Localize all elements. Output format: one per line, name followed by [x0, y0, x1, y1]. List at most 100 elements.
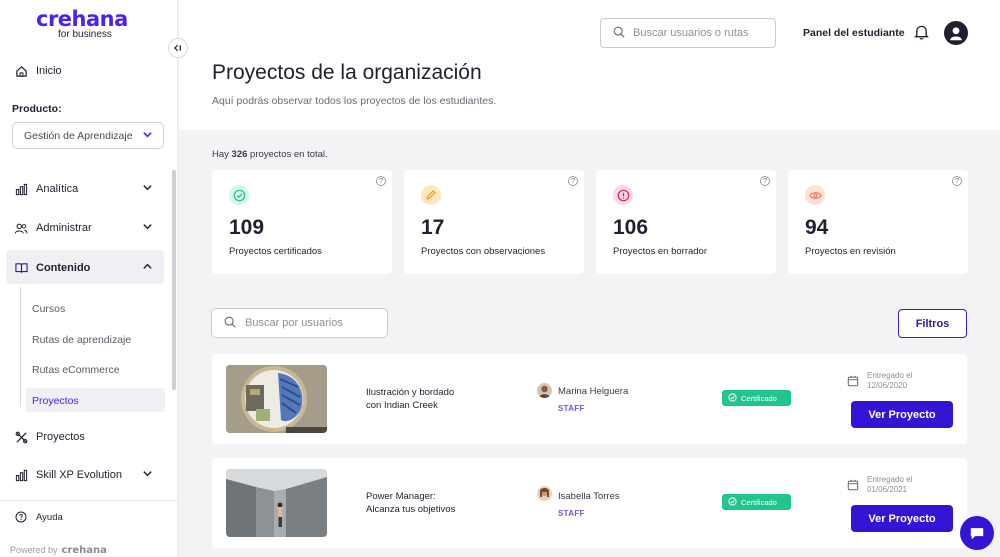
stat-value: 94: [805, 216, 829, 239]
chevron-down-icon: [142, 129, 153, 143]
total-count: 326: [231, 149, 248, 160]
project-thumbnail[interactable]: [226, 365, 327, 433]
student-role: STAFF: [558, 509, 585, 518]
total-prefix: Hay: [212, 149, 229, 160]
chevron-down-icon: [142, 221, 153, 235]
stat-card-observations: ? 17 Proyectos con observaciones: [404, 170, 584, 274]
stat-label: Proyectos certificados: [229, 246, 322, 257]
sidebar-subitem-learning-paths[interactable]: Rutas de aprendizaje: [32, 334, 131, 346]
sidebar-divider: [0, 500, 178, 501]
delivered-date: 01/06/2021: [867, 485, 908, 494]
search-icon: [613, 26, 625, 41]
logo-wordmark: crehana: [36, 7, 128, 31]
student-avatar: [537, 486, 552, 501]
stat-label: Proyectos en borrador: [613, 246, 707, 257]
collapse-icon: [173, 44, 181, 52]
chart-icon: [14, 468, 28, 482]
product-select-value: Gestión de Aprendizaje: [24, 130, 133, 142]
student-panel-link[interactable]: Panel del estudiante: [803, 27, 905, 39]
book-icon: [14, 261, 28, 275]
bar-chart-icon: [14, 182, 28, 196]
sidebar-item-home[interactable]: Inicio: [14, 64, 62, 78]
project-card: Power Manager: Alcanza tus objetivos Isa…: [212, 458, 967, 548]
student-role: STAFF: [558, 404, 585, 413]
users-icon: [14, 221, 28, 235]
delivered-label: Entregado el: [867, 371, 913, 380]
status-label: Certificado: [741, 497, 777, 507]
chevron-down-icon: [142, 468, 153, 482]
sidebar-item-help[interactable]: Ayuda: [14, 510, 63, 524]
project-card: Ilustración y bordado con Indian Creek M…: [212, 354, 967, 444]
sidebar-item-label: Inicio: [36, 65, 62, 77]
sidebar-item-projects[interactable]: Proyectos: [14, 430, 85, 444]
user-search-input[interactable]: Buscar por usuarios: [211, 308, 388, 338]
pencil-icon: [421, 185, 441, 205]
crehana-logo[interactable]: crehana for business: [36, 8, 128, 40]
help-icon[interactable]: ?: [376, 176, 386, 186]
sidebar-subitem-projects[interactable]: Proyectos: [32, 395, 79, 407]
tools-icon: [14, 430, 28, 444]
sidebar-item-admin[interactable]: Administrar: [14, 221, 152, 235]
stat-label: Proyectos con observaciones: [421, 246, 546, 257]
view-project-button[interactable]: Ver Proyecto: [851, 505, 953, 532]
chat-icon: [970, 527, 984, 539]
page-subtitle: Aquí podrás observar todos los proyectos…: [212, 95, 497, 107]
chevron-up-icon: [142, 261, 153, 275]
project-title-line: con Indian Creek: [366, 400, 438, 411]
stat-value: 109: [229, 216, 265, 239]
powered-by-label: Powered by: [10, 545, 58, 555]
delivered-date: 12/06/2020: [867, 381, 908, 390]
alert-circle-icon: [613, 185, 633, 205]
status-label: Certificado: [741, 393, 777, 403]
sidebar-item-content[interactable]: Contenido: [14, 261, 152, 275]
calendar-icon: [847, 478, 859, 496]
user-avatar[interactable]: [944, 21, 968, 45]
home-icon: [14, 64, 28, 78]
status-badge: Certificado: [722, 390, 791, 406]
powered-by: Powered by crehana: [10, 545, 107, 556]
global-search-input[interactable]: Buscar usuarios o rutas: [600, 18, 776, 48]
sidebar-scrollbar[interactable]: [172, 170, 176, 390]
chat-button[interactable]: [960, 516, 994, 550]
help-icon[interactable]: ?: [952, 176, 962, 186]
project-title[interactable]: Power Manager: Alcanza tus objetivos: [366, 490, 476, 516]
status-badge: Certificado: [722, 494, 791, 510]
sidebar-subitem-ecommerce-paths[interactable]: Rutas eCommerce: [32, 364, 120, 376]
view-project-button[interactable]: Ver Proyecto: [851, 401, 953, 428]
search-icon: [224, 316, 236, 331]
product-label: Producto:: [12, 103, 62, 115]
project-title-line: Power Manager:: [366, 491, 436, 502]
check-circle-icon: [229, 185, 249, 205]
sidebar-item-label: Skill XP Evolution: [36, 469, 123, 481]
student-name: Marina Helguera: [558, 386, 629, 397]
logo-subtitle: for business: [58, 29, 112, 40]
student-avatar: [537, 383, 552, 398]
sidebar-item-label: Administrar: [36, 222, 92, 234]
delivered-label: Entregado el: [867, 475, 913, 484]
help-icon[interactable]: ?: [568, 176, 578, 186]
project-title[interactable]: Ilustración y bordado con Indian Creek: [366, 386, 476, 412]
sidebar-item-analytics[interactable]: Analítica: [14, 182, 152, 196]
check-circle-icon: [728, 392, 737, 404]
bell-icon[interactable]: [914, 24, 929, 45]
global-search-placeholder: Buscar usuarios o rutas: [633, 27, 749, 39]
collapse-sidebar-button[interactable]: [168, 38, 188, 58]
submenu-line: [20, 287, 21, 407]
sidebar-item-label: Contenido: [36, 262, 91, 274]
project-thumbnail[interactable]: [226, 469, 327, 537]
stat-card-certified: ? 109 Proyectos certificados: [212, 170, 392, 274]
sidebar: crehana for business Inicio Producto: Ge…: [0, 0, 178, 557]
help-icon[interactable]: ?: [760, 176, 770, 186]
product-select[interactable]: Gestión de Aprendizaje: [12, 122, 164, 149]
total-suffix: proyectos en total.: [250, 149, 328, 160]
help-icon: [14, 510, 28, 524]
filters-button[interactable]: Filtros: [898, 309, 967, 338]
page-title: Proyectos de la organización: [212, 61, 482, 84]
stat-card-review: ? 94 Proyectos en revisión: [788, 170, 968, 274]
sidebar-subitem-courses[interactable]: Cursos: [32, 303, 65, 315]
project-title-line: Ilustración y bordado: [366, 387, 455, 398]
sidebar-item-skill-xp[interactable]: Skill XP Evolution: [14, 468, 152, 482]
sidebar-item-label: Proyectos: [36, 431, 85, 443]
stat-card-draft: ? 106 Proyectos en borrador: [596, 170, 776, 274]
user-search-placeholder: Buscar por usuarios: [245, 317, 343, 329]
